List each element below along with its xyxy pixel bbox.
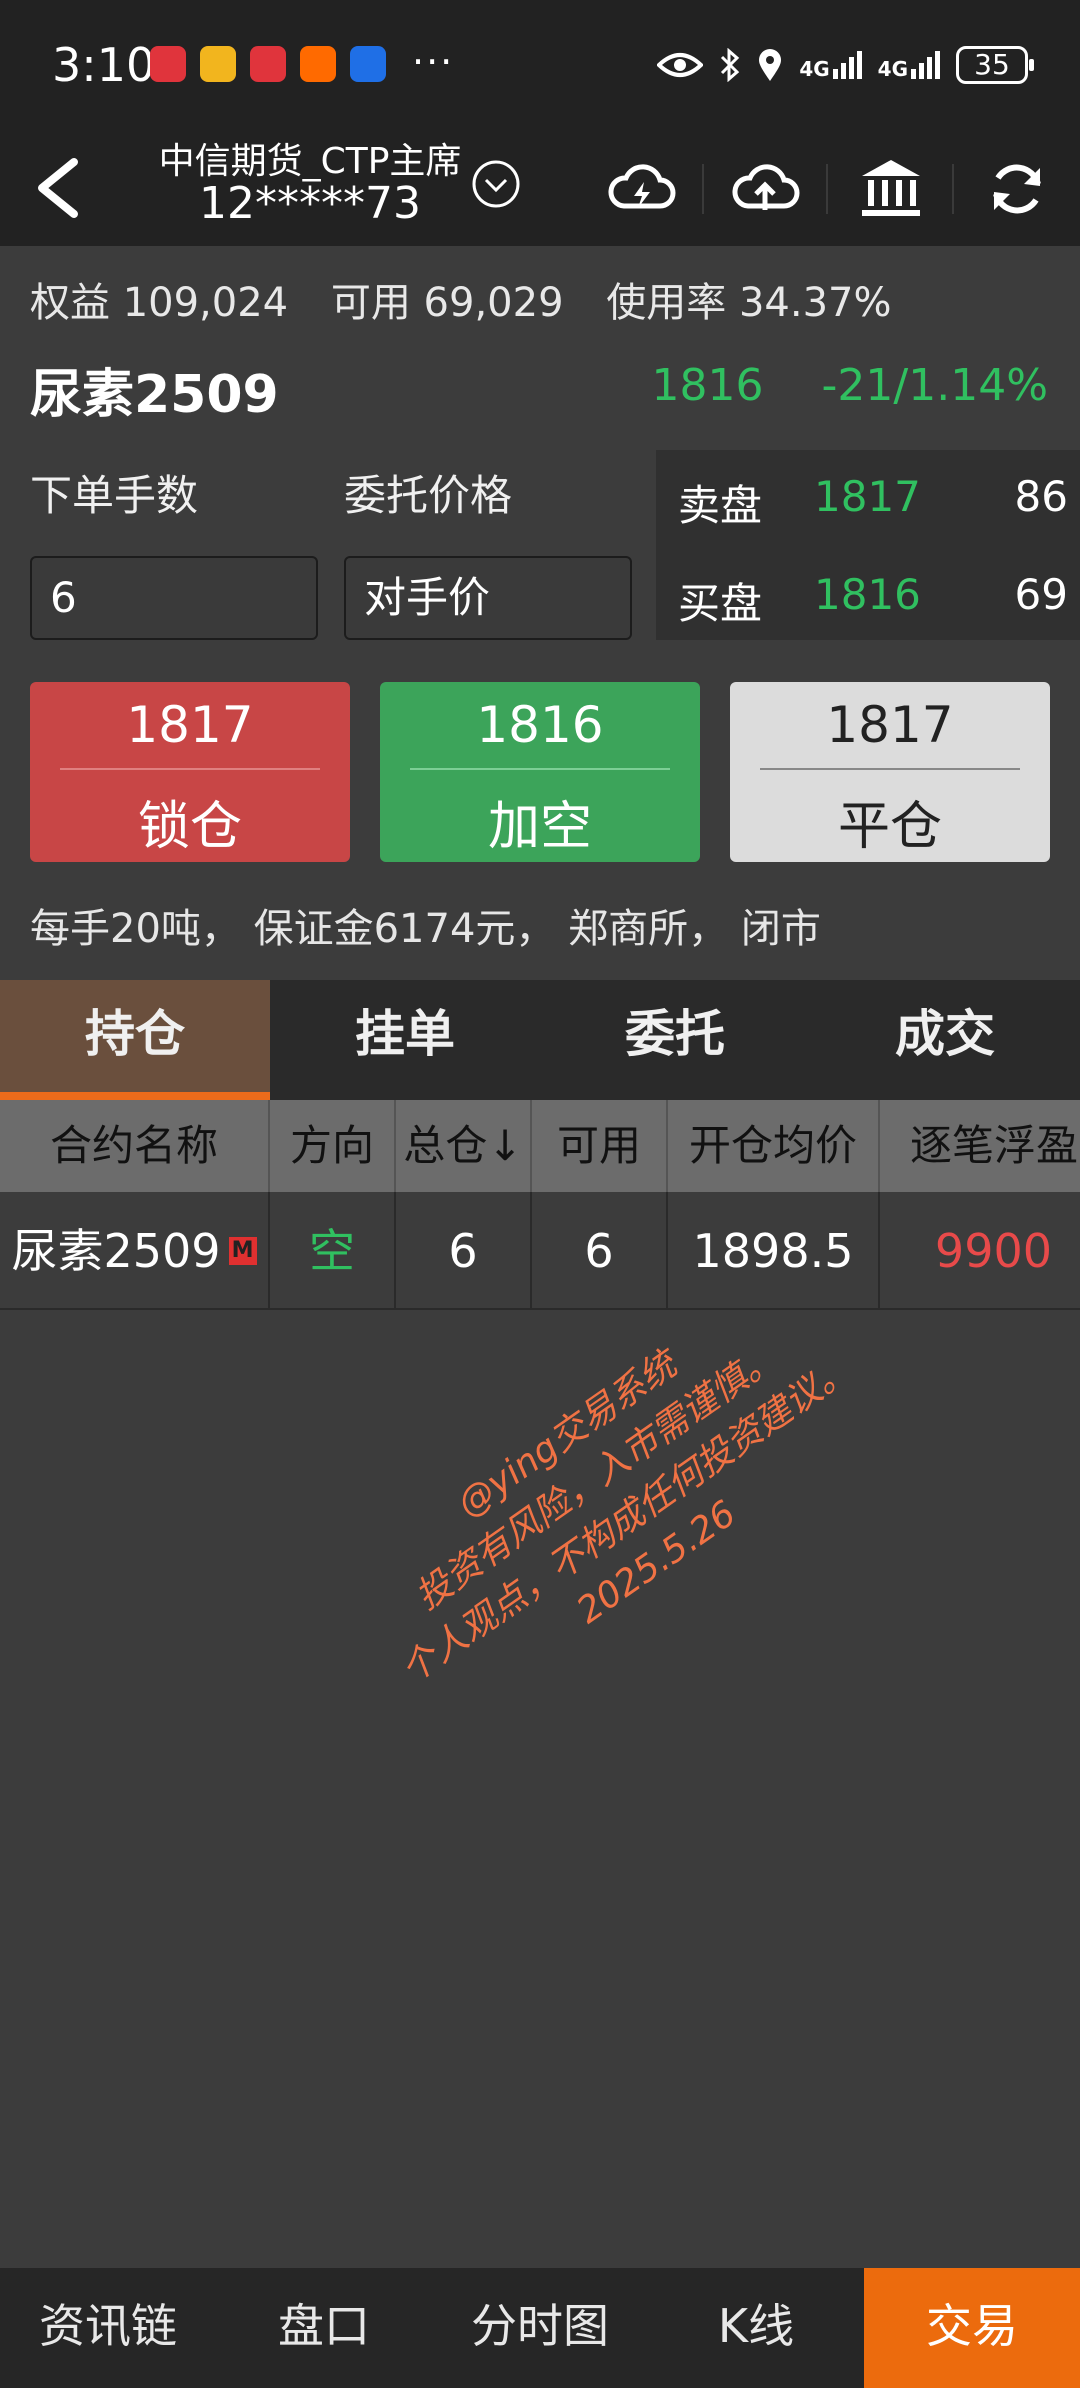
- taobao-icon: [300, 46, 336, 82]
- more-notifications-icon: ···: [412, 40, 455, 84]
- position-contract: 尿素2509 M: [0, 1192, 270, 1310]
- available-value: 可用 69,029: [330, 280, 564, 326]
- nav-kline[interactable]: K线: [648, 2268, 864, 2388]
- lots-label: 下单手数: [30, 471, 199, 520]
- table-row[interactable]: 尿素2509 M 空 6 6 1898.5 9900: [0, 1192, 1080, 1310]
- lock-price: 1817: [126, 696, 254, 754]
- col-contract-name[interactable]: 合约名称: [0, 1100, 270, 1192]
- nav-news[interactable]: 资讯链: [0, 2268, 216, 2388]
- price-change: -21/1.14%: [821, 360, 1048, 411]
- back-arrow-icon[interactable]: [24, 150, 94, 226]
- header-divider: [826, 164, 828, 214]
- close-price: 1817: [826, 696, 954, 754]
- order-book: 卖盘 1817 86 买盘 1816 69: [656, 450, 1080, 640]
- cloud-lightning-icon[interactable]: [606, 154, 676, 224]
- contract-name[interactable]: 尿素2509: [30, 352, 279, 427]
- button-divider: [760, 768, 1020, 770]
- cloud-upload-icon[interactable]: [730, 154, 800, 224]
- signal-4g-1: 4G: [799, 51, 862, 79]
- bid-row[interactable]: 买盘 1816 69: [678, 570, 1068, 630]
- col-direction[interactable]: 方向: [270, 1100, 396, 1192]
- bluetooth-icon: [721, 48, 740, 82]
- add-short-price: 1816: [476, 696, 604, 754]
- position-total: 6: [396, 1192, 532, 1310]
- col-floating-pnl[interactable]: 逐笔浮盈: [880, 1100, 1080, 1192]
- lock-label: 锁仓: [137, 797, 242, 857]
- margin-badge: M: [228, 1236, 257, 1265]
- nav-market-depth[interactable]: 盘口: [216, 2268, 432, 2388]
- bottom-nav: 资讯链 盘口 分时图 K线 交易: [0, 2268, 1080, 2388]
- status-app-icons: [150, 46, 386, 82]
- position-tabs: 持仓 挂单 委托 成交: [0, 980, 1080, 1100]
- close-label: 平仓: [837, 797, 942, 857]
- last-price: 1816: [651, 360, 764, 411]
- tab-positions[interactable]: 持仓: [0, 980, 270, 1100]
- add-short-button[interactable]: 1816 加空: [380, 682, 700, 862]
- col-avg-open-price[interactable]: 开仓均价: [668, 1100, 880, 1192]
- add-short-label: 加空: [487, 797, 592, 857]
- broker-name[interactable]: 中信期货_CTP主席: [140, 132, 480, 184]
- bulb-icon: [350, 46, 386, 82]
- contract-info: 每手20吨， 保证金6174元， 郑商所， 闭市: [30, 906, 821, 952]
- ask-price: 1817: [814, 472, 921, 521]
- status-time: 3:10: [52, 38, 156, 92]
- tab-orders[interactable]: 委托: [540, 980, 810, 1100]
- ask-row[interactable]: 卖盘 1817 86: [678, 472, 1068, 532]
- ask-volume: 86: [1014, 472, 1068, 521]
- battery-indicator: 35: [956, 46, 1034, 84]
- refresh-icon[interactable]: [982, 154, 1052, 224]
- location-icon: [759, 49, 782, 81]
- position-direction: 空: [270, 1192, 396, 1310]
- close-position-button[interactable]: 1817 平仓: [730, 682, 1050, 862]
- tab-pending-orders[interactable]: 挂单: [270, 980, 540, 1100]
- status-bar: 3:10 ··· 4G 4G 35: [0, 0, 1080, 130]
- col-available[interactable]: 可用: [532, 1100, 668, 1192]
- bid-volume: 69: [1014, 570, 1068, 619]
- nav-intraday-chart[interactable]: 分时图: [432, 2268, 648, 2388]
- account-summary: 权益 109,024 可用 69,029 使用率 34.37%: [30, 270, 921, 328]
- header-divider: [952, 164, 954, 214]
- col-total-position[interactable]: 总仓↓: [396, 1100, 532, 1192]
- status-indicators: 4G 4G 35: [657, 46, 1034, 84]
- huawei-icon: [250, 46, 286, 82]
- nav-trade[interactable]: 交易: [864, 2268, 1080, 2388]
- ask-label: 卖盘: [678, 481, 763, 530]
- bid-label: 买盘: [678, 579, 763, 628]
- watermark: @ying交易系统 投资有风险，入市需谨慎。 个人观点，不构成任何投资建议。20…: [290, 1230, 934, 1767]
- weibo-icon: [200, 46, 236, 82]
- button-divider: [60, 768, 320, 770]
- position-pnl: 9900: [934, 1224, 1052, 1278]
- button-divider: [410, 768, 670, 770]
- equity-value: 权益 109,024: [30, 280, 289, 326]
- account-number[interactable]: 12*****73: [140, 178, 480, 229]
- eye-icon: [657, 53, 704, 77]
- app-header: 中信期货_CTP主席 12*****73: [0, 130, 1080, 246]
- position-available: 6: [532, 1192, 668, 1310]
- lock-position-button[interactable]: 1817 锁仓: [30, 682, 350, 862]
- position-contract-name: 尿素2509: [11, 1224, 221, 1278]
- tab-trades[interactable]: 成交: [810, 980, 1080, 1100]
- huawei-store-icon: [150, 46, 186, 82]
- header-divider: [702, 164, 704, 214]
- lots-input[interactable]: 6: [30, 556, 318, 640]
- contract-quote: 1816 -21/1.14%: [652, 360, 1048, 411]
- bank-icon[interactable]: [856, 154, 926, 224]
- price-type-label: 委托价格: [344, 471, 513, 520]
- bid-price: 1816: [814, 570, 921, 619]
- chevron-down-icon[interactable]: [470, 158, 522, 210]
- price-type-input[interactable]: 对手价: [344, 556, 632, 640]
- signal-4g-2: 4G: [878, 51, 940, 79]
- positions-table-header: 合约名称 方向 总仓↓ 可用 开仓均价 逐笔浮盈: [0, 1100, 1080, 1192]
- usage-rate: 使用率 34.37%: [606, 280, 892, 326]
